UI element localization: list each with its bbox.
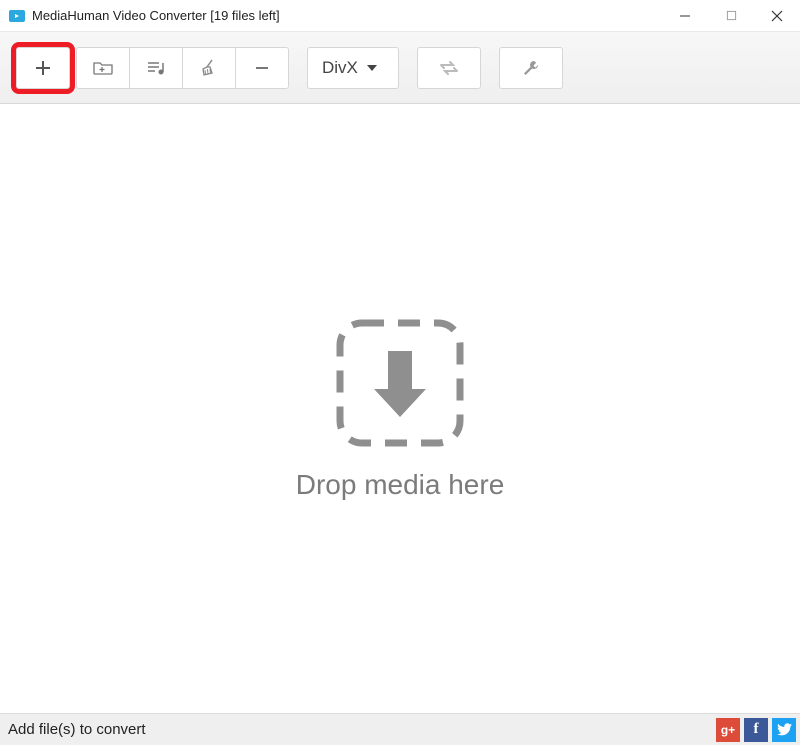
minus-icon <box>251 57 273 79</box>
gplus-icon: g+ <box>721 723 735 737</box>
format-label: DivX <box>322 58 358 78</box>
social-links: g+ f <box>716 718 796 742</box>
format-dropdown[interactable]: DivX <box>307 47 399 89</box>
playlist-button[interactable] <box>129 47 183 89</box>
folder-plus-icon <box>92 59 114 77</box>
window-controls <box>662 0 800 31</box>
app-icon <box>8 7 26 25</box>
window-title: MediaHuman Video Converter [19 files lef… <box>32 8 662 23</box>
plus-icon <box>32 57 54 79</box>
facebook-icon: f <box>754 721 759 738</box>
googleplus-link[interactable]: g+ <box>716 718 740 742</box>
statusbar: Add file(s) to convert g+ f <box>0 713 800 745</box>
minimize-button[interactable] <box>662 0 708 31</box>
toolbar-group-files <box>76 47 289 89</box>
status-text: Add file(s) to convert <box>8 721 716 738</box>
remove-button[interactable] <box>235 47 289 89</box>
twitter-link[interactable] <box>772 718 796 742</box>
chevron-down-icon <box>366 64 378 72</box>
drop-arrow-icon <box>334 317 466 449</box>
toolbar: DivX <box>0 32 800 104</box>
wrench-icon <box>520 57 542 79</box>
convert-arrows-icon <box>437 58 461 78</box>
drop-text: Drop media here <box>296 469 505 501</box>
close-button[interactable] <box>754 0 800 31</box>
facebook-link[interactable]: f <box>744 718 768 742</box>
playlist-icon <box>145 59 167 77</box>
drop-area[interactable]: Drop media here <box>0 104 800 713</box>
clean-button[interactable] <box>182 47 236 89</box>
convert-button[interactable] <box>417 47 481 89</box>
twitter-icon <box>777 723 792 736</box>
add-folder-button[interactable] <box>76 47 130 89</box>
add-file-button[interactable] <box>16 47 70 89</box>
titlebar: MediaHuman Video Converter [19 files lef… <box>0 0 800 32</box>
maximize-button[interactable] <box>708 0 754 31</box>
settings-button[interactable] <box>499 47 563 89</box>
broom-icon <box>198 58 220 78</box>
